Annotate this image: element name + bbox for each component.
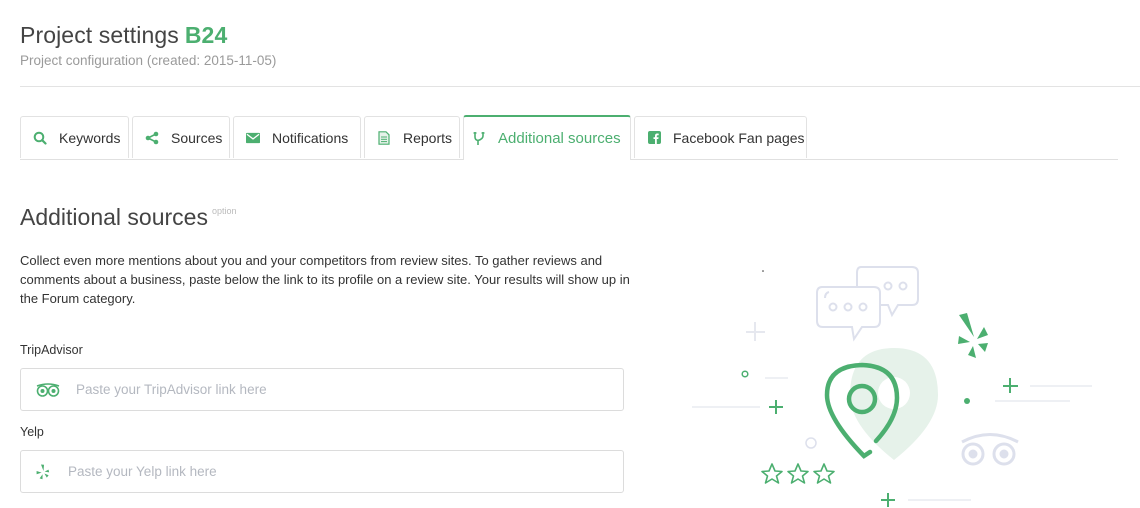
page-subtitle: Project configuration (created: 2015-11-…	[20, 53, 277, 68]
tab-facebook-fan-pages[interactable]: Facebook Fan pages	[634, 116, 807, 158]
search-icon	[33, 131, 47, 145]
tab-label: Additional sources	[498, 130, 621, 147]
decorative-circle	[741, 370, 749, 378]
tripadvisor-link-input[interactable]	[76, 382, 556, 397]
decorative-circle	[805, 437, 817, 449]
yelp-icon	[36, 464, 50, 480]
yelp-logo-icon	[958, 313, 988, 358]
speech-bubbles-icon	[816, 266, 919, 342]
tripadvisor-field[interactable]	[20, 368, 624, 411]
section-description: Collect even more mentions about you and…	[20, 253, 630, 306]
decorative-plus-green	[1003, 378, 1018, 393]
tab-label: Keywords	[59, 129, 121, 146]
envelope-icon	[246, 131, 260, 145]
tab-sources[interactable]: Sources	[132, 116, 230, 158]
yelp-field[interactable]	[20, 450, 624, 493]
tab-keywords[interactable]: Keywords	[20, 116, 129, 158]
facebook-icon	[647, 131, 661, 145]
review-sites-illustration	[690, 255, 1110, 508]
tab-label: Reports	[403, 129, 453, 146]
share-icon	[145, 131, 159, 145]
tab-additional-sources[interactable]: Additional sources	[463, 115, 631, 160]
page-title: Project settings B24	[20, 22, 227, 49]
tripadvisor-label: TripAdvisor	[20, 343, 83, 357]
decorative-plus-green	[769, 400, 783, 414]
page-title-text: Project settings	[20, 22, 179, 48]
branch-icon	[472, 132, 486, 146]
decorative-dot	[964, 398, 970, 404]
tab-label: Facebook Fan pages	[673, 129, 805, 146]
stars-rating-icon	[761, 463, 835, 484]
decorative-plus-gray	[746, 322, 765, 341]
settings-tabs: Keywords Sources Notifications Reports A…	[20, 115, 1118, 160]
section-title: Additional sources option	[20, 204, 236, 231]
document-icon	[377, 130, 391, 145]
yelp-label: Yelp	[20, 425, 44, 439]
tripadvisor-logo-icon	[961, 433, 1019, 466]
header-divider	[20, 86, 1140, 87]
project-name: B24	[184, 22, 228, 48]
section-title-text: Additional sources	[20, 204, 208, 230]
yelp-link-input[interactable]	[68, 464, 548, 479]
tab-label: Notifications	[272, 129, 349, 146]
tab-notifications[interactable]: Notifications	[233, 116, 361, 158]
tab-label: Sources	[171, 129, 223, 146]
decorative-plus-green	[881, 493, 895, 507]
tripadvisor-icon	[36, 382, 60, 397]
decorative-dot	[762, 270, 764, 272]
tab-reports[interactable]: Reports	[364, 116, 460, 158]
option-badge: option	[211, 206, 237, 216]
